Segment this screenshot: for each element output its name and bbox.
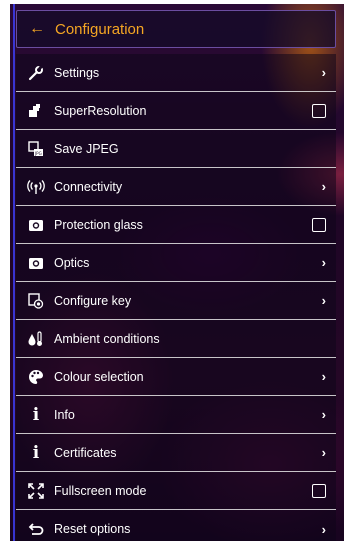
- back-arrow-icon[interactable]: ←: [29, 21, 51, 37]
- menu-item-optics[interactable]: Optics ›: [16, 244, 336, 282]
- protection-glass-checkbox[interactable]: [312, 217, 326, 232]
- menu-item-label: Settings: [54, 65, 100, 80]
- menu-item-label: SuperResolution: [54, 103, 147, 118]
- key-config-icon: [26, 291, 46, 311]
- reset-icon: [26, 519, 46, 539]
- menu-item-save-jpeg[interactable]: JPG Save JPEG: [16, 130, 336, 168]
- info-icon: i: [32, 404, 40, 425]
- superresolution-checkbox[interactable]: [312, 103, 326, 118]
- menu-item-certificates[interactable]: i Certificates ›: [16, 434, 336, 472]
- info-icon: i: [32, 442, 40, 463]
- menu-item-label: Configure key: [54, 293, 132, 308]
- menu-item-label: Connectivity: [54, 179, 123, 194]
- menu-item-ambient-conditions[interactable]: Ambient conditions: [16, 320, 336, 358]
- menu-item-label: Reset options: [54, 522, 131, 536]
- wrench-icon: [26, 63, 46, 83]
- wireless-icon: [26, 177, 46, 197]
- menu-item-protection-glass[interactable]: Protection glass: [16, 206, 336, 244]
- menu-item-settings[interactable]: Settings ›: [16, 54, 336, 92]
- camera-icon: [26, 253, 46, 273]
- menu-item-superresolution[interactable]: SuperResolution: [16, 92, 336, 130]
- menu-item-info[interactable]: i Info ›: [16, 396, 336, 434]
- save-jpeg-icon: JPG: [26, 139, 46, 159]
- thermometer-drop-icon: [26, 329, 46, 349]
- chevron-right-icon: ›: [321, 407, 326, 422]
- config-header[interactable]: ← Configuration: [16, 10, 336, 48]
- chevron-right-icon: ›: [321, 369, 326, 384]
- fullscreen-checkbox[interactable]: [312, 483, 326, 498]
- menu-item-fullscreen-mode[interactable]: Fullscreen mode: [16, 472, 336, 510]
- menu-item-label: Save JPEG: [54, 141, 119, 156]
- config-menu: Settings › SuperResolution JPG Save JPEG…: [16, 54, 336, 541]
- chevron-right-icon: ›: [321, 65, 326, 80]
- chevron-right-icon: ›: [321, 293, 326, 308]
- menu-item-reset-options[interactable]: Reset options ›: [16, 510, 336, 541]
- thermal-camera-screen: ← Configuration Settings › SuperResoluti…: [10, 4, 344, 541]
- menu-item-label: Protection glass: [54, 217, 143, 232]
- chevron-right-icon: ›: [321, 521, 326, 537]
- menu-item-label: Certificates: [54, 445, 117, 460]
- chevron-right-icon: ›: [321, 255, 326, 270]
- camera-icon: [26, 215, 46, 235]
- menu-item-label: Optics: [54, 255, 90, 270]
- menu-item-colour-selection[interactable]: Colour selection ›: [16, 358, 336, 396]
- svg-text:JPG: JPG: [34, 151, 42, 156]
- menu-item-label: Info: [54, 407, 75, 422]
- fullscreen-icon: [26, 481, 46, 501]
- menu-item-label: Colour selection: [54, 369, 144, 384]
- page-title: Configuration: [55, 20, 145, 38]
- chevron-right-icon: ›: [321, 179, 326, 194]
- menu-item-label: Fullscreen mode: [54, 483, 147, 498]
- menu-item-connectivity[interactable]: Connectivity ›: [16, 168, 336, 206]
- superresolution-icon: [26, 101, 46, 121]
- palette-icon: [26, 367, 46, 387]
- chevron-right-icon: ›: [321, 445, 326, 460]
- menu-item-configure-key[interactable]: Configure key ›: [16, 282, 336, 320]
- menu-item-label: Ambient conditions: [54, 331, 160, 346]
